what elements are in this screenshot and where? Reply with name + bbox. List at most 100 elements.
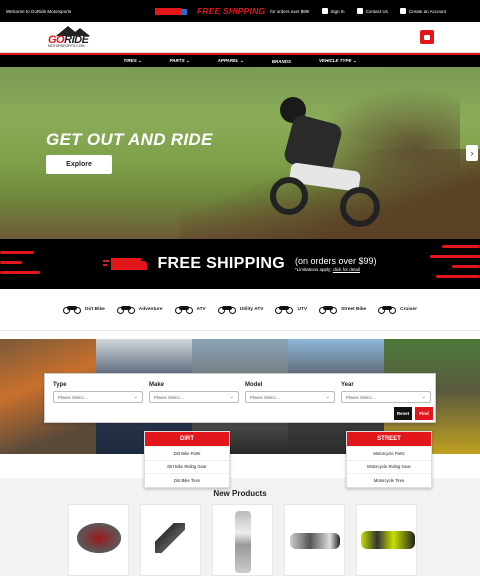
nav-item-apparel[interactable]: APPAREL ⌄ <box>204 58 258 64</box>
main-nav: TIRES ⌄ PARTS ⌄ APPAREL ⌄ BRANDS VEHICLE… <box>0 55 480 67</box>
truck-box <box>111 258 142 270</box>
nav-item-tires[interactable]: TIRES ⌄ <box>109 58 155 64</box>
chevron-down-icon: ⌄ <box>325 394 330 400</box>
category-label: Cruiser <box>400 307 417 312</box>
dirt-menu: DIRT Dirt Bike Parts Dirt Bike Riding Ge… <box>144 431 230 488</box>
cruiser-icon <box>378 305 397 314</box>
chevron-down-icon: ⌄ <box>229 394 234 400</box>
nav-item-brands[interactable]: BRANDS <box>258 59 305 64</box>
decor-stripe <box>436 275 480 278</box>
speed-line <box>103 264 108 266</box>
free-shipping-label[interactable]: FREE SHIPPING <box>197 6 265 16</box>
category-utility-atv[interactable]: Utility ATV <box>217 305 264 314</box>
street-menu-item[interactable]: Motorcycle Parts <box>347 446 431 460</box>
bike-wheel <box>270 177 308 215</box>
bike-wheel <box>340 187 380 227</box>
section-title: New Products <box>213 489 267 498</box>
make-select[interactable]: Please Select ... ⌄ <box>149 391 239 403</box>
phone-icon <box>356 8 363 14</box>
site-logo[interactable]: GORIDE MOTORSPORTS.COM <box>46 26 102 48</box>
cart-button[interactable] <box>420 30 434 44</box>
speed-line <box>103 260 110 262</box>
year-placeholder: Please Select ... <box>346 394 377 400</box>
type-field: Type Please Select ... ⌄ <box>53 382 143 403</box>
model-select[interactable]: Please Select ... ⌄ <box>245 391 335 403</box>
model-placeholder: Please Select ... <box>250 394 281 400</box>
adventure-bike-icon <box>116 305 135 314</box>
site-header: GORIDE MOTORSPORTS.COM <box>0 22 480 53</box>
street-menu-title[interactable]: STREET <box>347 432 431 446</box>
contact-label: Contact Us <box>365 8 388 14</box>
product-image <box>290 533 340 549</box>
category-atv[interactable]: ATV <box>174 305 206 314</box>
category-utv[interactable]: UTV <box>275 305 307 314</box>
free-shipping-banner[interactable]: FREE SHIPPING (on orders over $99) *Limi… <box>0 239 480 289</box>
type-label: Type <box>53 382 67 388</box>
decor-stripe <box>0 251 34 254</box>
reset-button[interactable]: Reset <box>394 407 412 420</box>
dirt-menu-title[interactable]: DIRT <box>145 432 229 446</box>
product-card[interactable] <box>356 504 417 576</box>
make-placeholder: Please Select ... <box>154 394 185 400</box>
category-adventure[interactable]: Adventure <box>116 305 163 314</box>
contact-link[interactable]: Contact Us <box>356 8 388 14</box>
product-card[interactable] <box>212 504 273 576</box>
dirt-menu-item[interactable]: Dirt Bike Riding Gear <box>145 459 229 474</box>
hero-headline: GET OUT AND RIDE <box>46 130 213 149</box>
product-card[interactable] <box>68 504 129 576</box>
dirt-bike-icon <box>63 305 82 314</box>
category-label: Utility ATV <box>239 307 264 312</box>
category-label: Dirt Bike <box>85 307 105 312</box>
year-field: Year Please Select ... ⌄ <box>341 382 431 403</box>
hero-banner: GET OUT AND RIDE Explore › <box>0 67 480 239</box>
explore-button[interactable]: Explore <box>46 155 112 174</box>
vehicle-category-bar: Dirt Bike Adventure ATV Utility ATV UTV … <box>0 289 480 331</box>
user-icon <box>321 8 328 14</box>
product-image <box>155 523 185 553</box>
category-street-bike[interactable]: Street Bike <box>319 305 366 314</box>
category-cruiser[interactable]: Cruiser <box>378 305 417 314</box>
dirt-menu-item[interactable]: Dirt Bike Tires <box>145 473 229 487</box>
welcome-text: Welcome to GoRide Motorsports <box>6 8 72 14</box>
truck-cab <box>139 261 148 270</box>
product-card[interactable] <box>140 504 201 576</box>
shipping-terms: for orders over $99! <box>270 8 310 14</box>
delivery-truck-icon <box>103 256 148 272</box>
create-account-link[interactable]: Create an Account <box>399 8 446 14</box>
chevron-down-icon: ⌄ <box>421 394 426 400</box>
street-bike-icon <box>319 305 338 314</box>
model-label: Model <box>245 382 263 388</box>
nav-item-vehicle-type[interactable]: VEHICLE TYPE ⌄ <box>305 58 371 64</box>
find-button[interactable]: Find <box>415 407 433 420</box>
utv-icon <box>275 305 294 314</box>
type-placeholder: Please Select ... <box>58 394 89 400</box>
new-products-section: New Products <box>0 478 480 576</box>
product-image <box>235 511 251 573</box>
sign-in-link[interactable]: Sign In <box>321 8 345 14</box>
chevron-right-icon[interactable]: › <box>466 145 478 161</box>
decor-stripe <box>452 265 480 268</box>
banner-title: FREE SHIPPING <box>157 255 285 272</box>
category-dirt-bike[interactable]: Dirt Bike <box>63 305 105 314</box>
year-label: Year <box>341 382 354 388</box>
banner-note-text: *Limitations apply; <box>294 267 332 272</box>
type-select[interactable]: Please Select ... ⌄ <box>53 391 143 403</box>
banner-terms: (on orders over $99) <box>294 256 377 266</box>
year-select[interactable]: Please Select ... ⌄ <box>341 391 431 403</box>
nav-item-parts[interactable]: PARTS ⌄ <box>156 58 204 64</box>
product-image <box>361 531 415 549</box>
street-menu-item[interactable]: Motorcycle Riding Gear <box>347 459 431 474</box>
shipping-truck-icon <box>151 6 191 16</box>
category-label: ATV <box>196 307 206 312</box>
banner-detail-link[interactable]: click for detail <box>333 267 360 272</box>
decor-stripe <box>430 255 480 258</box>
street-menu-item[interactable]: Motorcycle Tires <box>347 473 431 487</box>
add-user-icon <box>399 8 406 14</box>
product-card[interactable] <box>284 504 345 576</box>
logo-sub: MOTORSPORTS.COM <box>48 44 85 48</box>
atv-icon <box>174 305 193 314</box>
make-field: Make Please Select ... ⌄ <box>149 382 239 403</box>
top-bar: Welcome to GoRide Motorsports FREE SHIPP… <box>0 0 480 22</box>
dirt-menu-item[interactable]: Dirt Bike Parts <box>145 446 229 460</box>
create-account-label: Create an Account <box>408 8 446 14</box>
